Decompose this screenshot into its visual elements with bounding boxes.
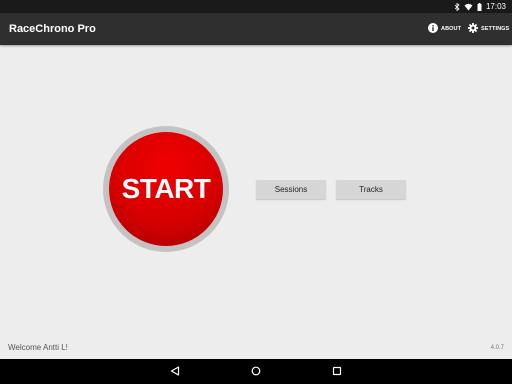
status-icons: 17:03 [454,0,506,13]
welcome-message: Welcome Antti L! [8,343,68,352]
battery-icon [477,2,482,11]
about-label: ABOUT [441,26,462,32]
app-title: RaceChrono Pro [9,23,96,35]
back-icon [170,363,180,381]
status-bar: 17:03 [0,0,512,13]
settings-label: SETTINGS [481,26,510,32]
tracks-button[interactable]: Tracks [336,180,406,199]
recents-button[interactable] [322,359,352,384]
start-button[interactable]: START [109,132,223,246]
home-icon [251,363,261,381]
status-time: 17:03 [485,2,506,11]
sessions-button[interactable]: Sessions [256,180,326,199]
info-icon [428,23,438,35]
bluetooth-icon [454,2,460,11]
back-button[interactable] [160,359,190,384]
navigation-bar [0,359,512,384]
recents-icon [332,363,342,381]
about-button[interactable]: ABOUT [428,13,461,45]
wifi-icon [464,3,473,11]
tracks-label: Tracks [359,185,383,194]
home-button[interactable] [241,359,271,384]
start-label: START [121,173,211,204]
app-version: 4.0.7 [490,345,504,351]
gear-icon [468,23,478,35]
action-bar: RaceChrono Pro ABOUT SETTINGS [0,13,512,45]
sessions-label: Sessions [274,185,308,194]
settings-button[interactable]: SETTINGS [468,13,509,45]
